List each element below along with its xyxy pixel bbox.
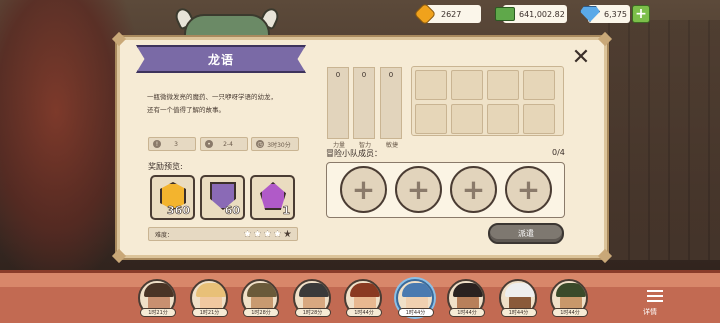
hero-hair: [350, 283, 380, 297]
stat-party-size: • 2-4: [200, 137, 248, 151]
hero-hair: [556, 283, 586, 297]
item-slot[interactable]: [415, 104, 447, 134]
item-slot[interactable]: [415, 70, 447, 100]
cash-value: 641,002.82: [519, 9, 565, 19]
hero-hair: [195, 283, 226, 297]
stat-value: 3: [174, 140, 178, 148]
reward-preview-label: 奖励预览:: [148, 162, 183, 171]
hero-rest-time: 1时28分: [294, 308, 331, 317]
gold-counter: 2627: [413, 2, 481, 26]
hero-hair: [247, 283, 277, 297]
attribute-value: 0: [361, 71, 367, 79]
hero-hair: [401, 283, 432, 297]
description-line: 还有一个值得了解的故事。: [147, 106, 225, 114]
cash-counter: 641,002.82: [495, 5, 567, 23]
reward-item[interactable]: 1: [250, 175, 295, 220]
team-members-label: 冒险小队成员：: [326, 149, 382, 158]
item-slot[interactable]: [451, 70, 483, 100]
difficulty-star-icon: [284, 230, 291, 237]
quest-description: 一瓶微微发亮的魔药、一只咿呀学语的幼龙， 还有一个值得了解的故事。: [147, 91, 307, 117]
stat-value: 2-4: [223, 140, 233, 148]
add-member-button[interactable]: +: [395, 166, 442, 213]
item-slot[interactable]: [523, 104, 555, 134]
hero-hair: [144, 283, 174, 297]
reward-item[interactable]: 360: [150, 175, 195, 220]
hero-hair: [453, 283, 483, 297]
menu-icon-line: [647, 300, 663, 302]
clock-icon: ◷: [256, 140, 264, 148]
add-member-button[interactable]: +: [505, 166, 552, 213]
hero-rest-time: 1时44分: [397, 308, 434, 317]
party-icon: •: [205, 140, 213, 148]
add-member-button[interactable]: +: [340, 166, 387, 213]
hero-rest-time: 1时28分: [243, 308, 279, 317]
stat-duration: ◷ 3时30分: [251, 137, 299, 151]
hero-hair: [504, 283, 535, 297]
reward-item[interactable]: 60: [200, 175, 245, 220]
menu-icon: [647, 290, 663, 292]
difficulty-star-icon: [264, 230, 271, 237]
hero-rest-time: 1时44分: [346, 308, 382, 317]
hero-rest-time: 1时21分: [191, 308, 228, 317]
description-line: 一瓶微微发亮的魔药、一只咿呀学语的幼龙，: [147, 93, 277, 101]
reward-count: 360: [167, 204, 191, 218]
item-slot[interactable]: [487, 70, 519, 100]
warning-icon: !: [153, 140, 161, 148]
item-slot[interactable]: [523, 70, 555, 100]
difficulty-label: 难度：: [155, 231, 174, 239]
difficulty-stars: [244, 230, 291, 237]
attribute-strength: 0 力量: [327, 67, 349, 149]
menu-icon-line: [647, 295, 663, 297]
hero-rest-time: 1时44分: [552, 308, 588, 317]
hero-rest-time: 1时21分: [140, 308, 176, 317]
details-label: 详情: [643, 308, 657, 316]
attribute-value: 0: [335, 71, 341, 79]
hero-rest-time: 1时44分: [500, 308, 537, 317]
dispatch-button[interactable]: 派遣: [488, 223, 564, 244]
stat-danger: ! 3: [148, 137, 196, 151]
close-button[interactable]: ✕: [570, 47, 592, 69]
team-members-count: 0/4: [552, 148, 565, 157]
gem-value: 6,375: [604, 9, 627, 19]
reward-count: 1: [282, 204, 290, 218]
item-slot-grid: [411, 66, 564, 136]
difficulty-star-icon: [244, 230, 251, 237]
difficulty-star-icon: [254, 230, 261, 237]
item-slot[interactable]: [451, 104, 483, 134]
difficulty-row: 难度：: [148, 227, 298, 241]
details-menu-button[interactable]: 详情: [643, 288, 665, 316]
cash-icon: [495, 7, 515, 21]
attribute-intelligence: 0 智力: [353, 67, 375, 149]
add-member-button[interactable]: +: [450, 166, 497, 213]
hero-rest-time: 1时44分: [449, 308, 485, 317]
attribute-value: 0: [388, 71, 394, 79]
attribute-agility: 0 敏捷: [380, 67, 402, 149]
difficulty-star-icon: [274, 230, 281, 237]
stat-value: 3时30分: [267, 141, 291, 149]
gem-counter: 6,375: [580, 5, 630, 23]
hero-hair: [298, 283, 329, 297]
item-slot[interactable]: [487, 104, 519, 134]
add-gems-button[interactable]: +: [632, 5, 650, 23]
quest-title: 龙语: [136, 45, 306, 73]
gold-value: 2627: [441, 9, 462, 19]
reward-count: 60: [224, 204, 240, 218]
